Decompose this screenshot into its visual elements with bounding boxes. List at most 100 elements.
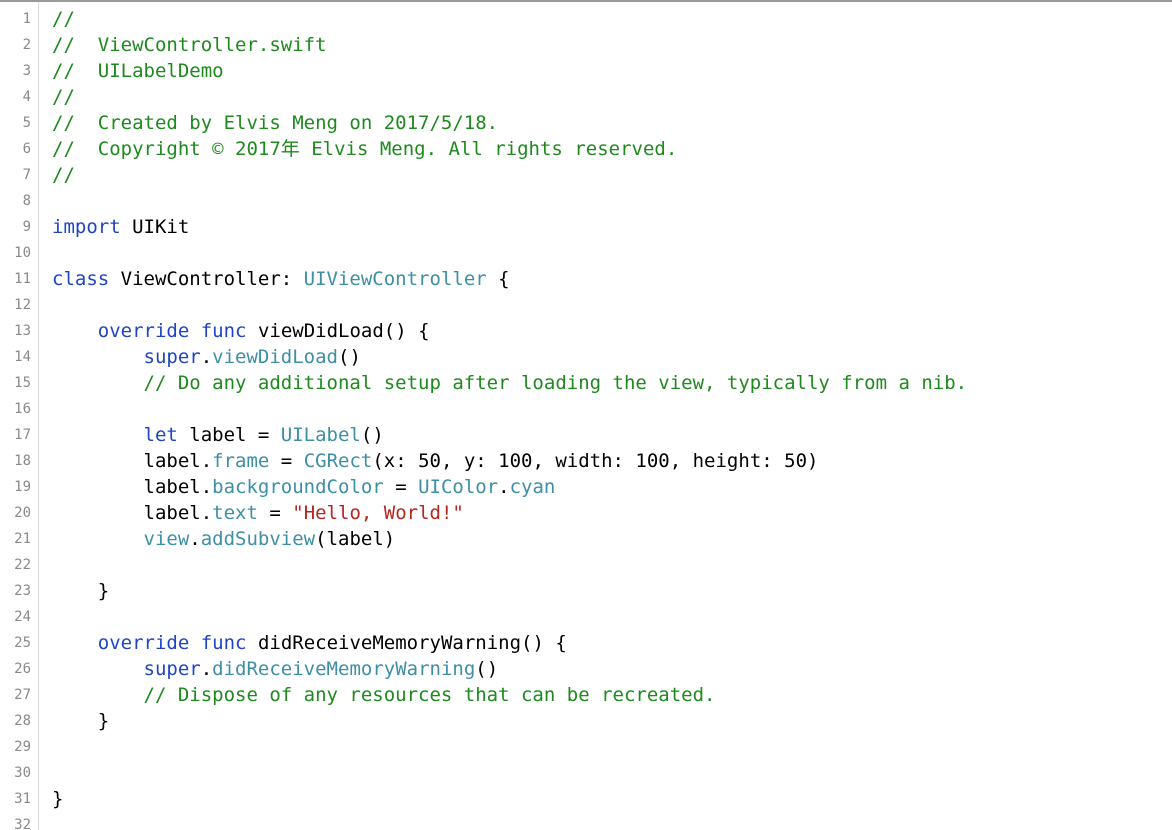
code-text[interactable]: import UIKit: [52, 214, 189, 240]
code-line[interactable]: 23 }: [0, 578, 1172, 604]
code-token-type: frame: [212, 450, 270, 472]
code-text[interactable]: // Dispose of any resources that can be …: [52, 682, 716, 708]
line-number: 24: [14, 609, 31, 625]
line-number: 25: [14, 635, 31, 651]
code-line[interactable]: 14 super.viewDidLoad(): [0, 344, 1172, 370]
code-text[interactable]: view.addSubview(label): [52, 526, 396, 552]
code-token-plain: (): [475, 658, 499, 680]
code-token-plain: }: [52, 710, 110, 732]
code-line[interactable]: 1 //: [0, 6, 1172, 32]
code-token-type: didReceiveMemoryWarning: [212, 658, 476, 680]
code-line[interactable]: 19 label.backgroundColor = UIColor.cyan: [0, 474, 1172, 500]
code-line[interactable]: 17 let label = UILabel(): [0, 422, 1172, 448]
line-number: 30: [14, 765, 31, 781]
code-text[interactable]: super.didReceiveMemoryWarning(): [52, 656, 499, 682]
line-number: 14: [14, 349, 31, 365]
code-line[interactable]: 30: [0, 760, 1172, 786]
code-line[interactable]: 24: [0, 604, 1172, 630]
line-number: 22: [14, 557, 31, 573]
code-token-plain: label.: [52, 450, 213, 472]
code-token-plain: =: [257, 502, 293, 524]
code-editor[interactable]: 1 // 2 // ViewController.swift 3 // UILabelDe…: [0, 0, 1172, 830]
code-token-type: text: [212, 502, 258, 524]
code-line[interactable]: 12: [0, 292, 1172, 318]
code-token-keyword: import: [52, 216, 121, 238]
line-number: 27: [14, 687, 31, 703]
code-line[interactable]: 11 class ViewController: UIViewController…: [0, 266, 1172, 292]
code-line[interactable]: 22: [0, 552, 1172, 578]
code-line[interactable]: 31}: [0, 786, 1172, 812]
code-token-plain: (): [360, 424, 384, 446]
code-line[interactable]: 21 view.addSubview(label): [0, 526, 1172, 552]
line-number: 3: [22, 63, 31, 79]
line-number: 2: [22, 37, 31, 53]
line-number: 5: [22, 115, 31, 131]
code-line[interactable]: 16: [0, 396, 1172, 422]
code-line[interactable]: 5 // Created by Elvis Meng on 2017/5/18.: [0, 110, 1172, 136]
code-line[interactable]: 15 // Do any additional setup after load…: [0, 370, 1172, 396]
code-text[interactable]: // Copyright © 2017年 Elvis Meng. All rig…: [52, 136, 677, 162]
line-number: 18: [14, 453, 31, 469]
code-text[interactable]: // ViewController.swift: [52, 32, 327, 58]
code-text[interactable]: super.viewDidLoad(): [52, 344, 361, 370]
code-text[interactable]: label.text = "Hello, World!": [52, 500, 464, 526]
code-token-plain: =: [269, 450, 304, 472]
code-line[interactable]: 8: [0, 188, 1172, 214]
line-number: 32: [14, 817, 31, 830]
line-number: 15: [14, 375, 31, 391]
code-text[interactable]: //: [52, 6, 75, 32]
code-line[interactable]: 32: [0, 812, 1172, 830]
code-line[interactable]: 27 // Dispose of any resources that can …: [0, 682, 1172, 708]
code-text[interactable]: label.frame = CGRect(x: 50, y: 100, widt…: [52, 448, 819, 474]
line-number: 26: [14, 661, 31, 677]
code-token-plain: ViewController:: [109, 268, 304, 290]
code-text[interactable]: label.backgroundColor = UIColor.cyan: [52, 474, 556, 500]
code-token-plain: {: [486, 268, 510, 290]
code-line[interactable]: 29: [0, 734, 1172, 760]
code-token-keyword: func: [200, 632, 247, 654]
code-line[interactable]: 2 // ViewController.swift: [0, 32, 1172, 58]
code-text[interactable]: }: [52, 578, 109, 604]
code-text[interactable]: // Do any additional setup after loading…: [52, 370, 968, 396]
code-token-plain: .: [189, 528, 201, 550]
code-line[interactable]: 18 label.frame = CGRect(x: 50, y: 100, w…: [0, 448, 1172, 474]
code-token-plain: (label): [315, 528, 396, 550]
code-token-plain: .: [498, 476, 510, 498]
code-line[interactable]: 13 override func viewDidLoad() {: [0, 318, 1172, 344]
code-line[interactable]: 4 //: [0, 84, 1172, 110]
code-token-type: UILabel: [280, 424, 361, 446]
code-token-keyword: override: [97, 632, 190, 654]
code-line[interactable]: 3 // UILabelDemo: [0, 58, 1172, 84]
code-text[interactable]: //: [52, 84, 75, 110]
code-token-comment: // Created by Elvis Meng on 2017/5/18.: [52, 112, 499, 134]
code-line[interactable]: 26 super.didReceiveMemoryWarning(): [0, 656, 1172, 682]
line-number: 23: [14, 583, 31, 599]
code-token-type: view: [143, 528, 190, 550]
code-line[interactable]: 28 }: [0, 708, 1172, 734]
code-token-type: UIColor: [418, 476, 499, 498]
code-line[interactable]: 9 import UIKit: [0, 214, 1172, 240]
code-text[interactable]: override func didReceiveMemoryWarning() …: [52, 630, 567, 656]
code-text[interactable]: //: [52, 162, 75, 188]
code-token-plain: (): [338, 346, 361, 368]
code-line[interactable]: 7 //: [0, 162, 1172, 188]
code-text[interactable]: // UILabelDemo: [52, 58, 224, 84]
code-text[interactable]: class ViewController: UIViewController {: [52, 266, 510, 292]
code-token-comment: // ViewController.swift: [52, 34, 327, 56]
code-token-plain: label =: [177, 424, 281, 446]
code-line[interactable]: 25 override func didReceiveMemoryWarning…: [0, 630, 1172, 656]
code-text[interactable]: // Created by Elvis Meng on 2017/5/18.: [52, 110, 498, 136]
line-number: 16: [14, 401, 31, 417]
code-line[interactable]: 10: [0, 240, 1172, 266]
code-text[interactable]: override func viewDidLoad() {: [52, 318, 430, 344]
code-text[interactable]: let label = UILabel(): [52, 422, 384, 448]
code-line[interactable]: 20 label.text = "Hello, World!": [0, 500, 1172, 526]
code-text[interactable]: }: [52, 708, 109, 734]
code-text[interactable]: }: [52, 786, 63, 812]
code-token-type: CGRect: [303, 450, 373, 472]
code-line[interactable]: 6 // Copyright © 2017年 Elvis Meng. All ri…: [0, 136, 1172, 162]
code-token-type: viewDidLoad: [212, 346, 339, 368]
